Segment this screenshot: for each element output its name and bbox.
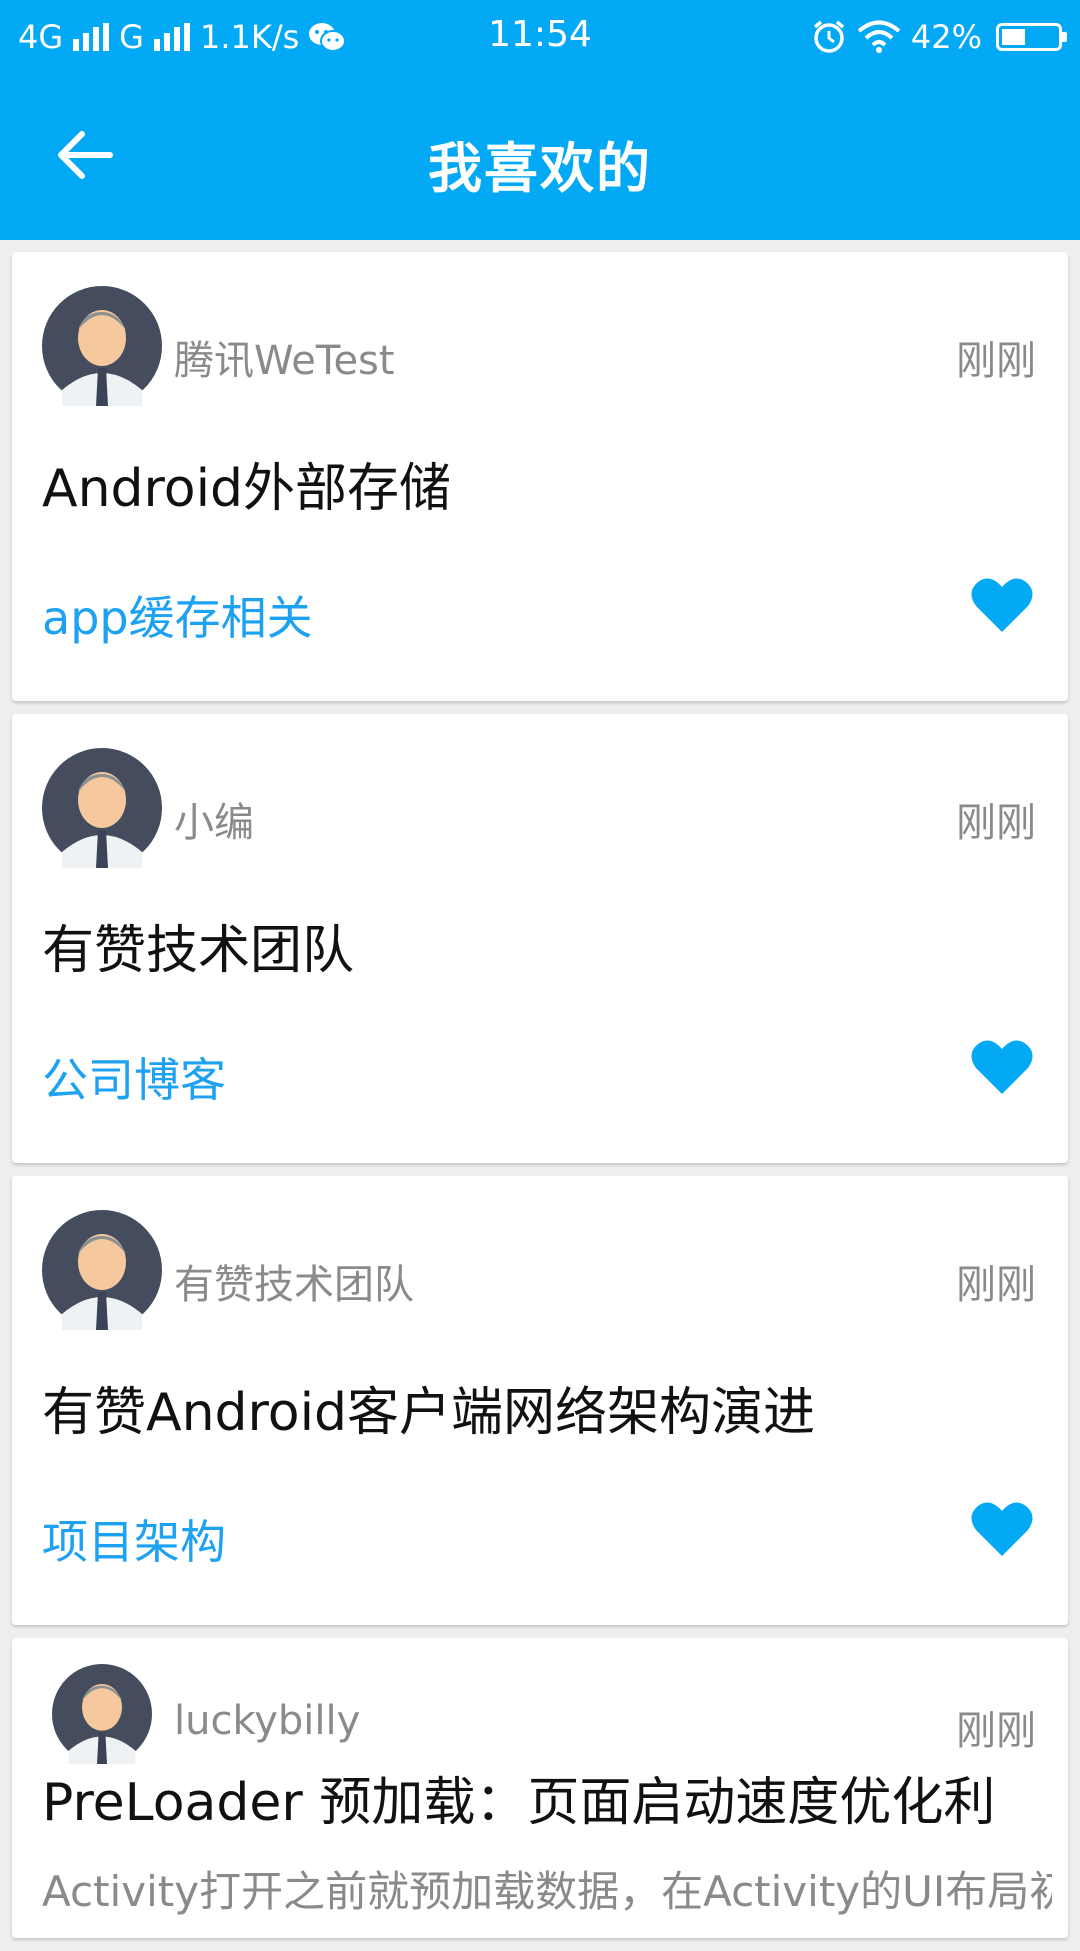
- wifi-icon: [857, 20, 901, 53]
- article-title: 有赞技术团队: [42, 921, 355, 981]
- article-card[interactable]: luckybilly 刚刚 PreLoader 预加载：页面启动速度优化利器 A…: [12, 1638, 1068, 1938]
- alarm-icon: [813, 20, 844, 53]
- favorites-list: 腾讯WeTest 刚刚 Android外部存储 app缓存相关 小编 刚刚 有赞…: [12, 252, 1068, 1951]
- author-name: luckybilly: [174, 1698, 361, 1744]
- avatar: [42, 286, 162, 406]
- article-card[interactable]: 小编 刚刚 有赞技术团队 公司博客: [12, 714, 1068, 1163]
- battery-icon: [996, 23, 1067, 51]
- article-tag[interactable]: app缓存相关: [42, 582, 313, 648]
- heart-icon[interactable]: [970, 1498, 1034, 1560]
- article-tag[interactable]: 项目架构: [42, 1506, 226, 1572]
- battery-percent: 42%: [910, 18, 982, 56]
- status-right: 42%: [811, 18, 1067, 56]
- author-name: 腾讯WeTest: [174, 338, 395, 384]
- post-time: 刚刚: [956, 1262, 1036, 1308]
- heart-icon[interactable]: [970, 1036, 1034, 1098]
- network-type-2: G: [119, 18, 144, 56]
- post-time: 刚刚: [956, 338, 1036, 384]
- heart-icon[interactable]: [970, 574, 1034, 636]
- status-left: 4G G 1.1K/s: [18, 18, 811, 56]
- network-type-1: 4G: [18, 18, 64, 56]
- post-time: 刚刚: [956, 1708, 1036, 1754]
- status-bar: 4G G 1.1K/s 11:54 42%: [0, 0, 1080, 74]
- avatar: [42, 1210, 162, 1330]
- signal-icon: [73, 23, 110, 51]
- article-card[interactable]: 腾讯WeTest 刚刚 Android外部存储 app缓存相关: [12, 252, 1068, 701]
- avatar: [42, 748, 162, 868]
- article-title: 有赞Android客户端网络架构演进: [42, 1383, 816, 1443]
- avatar: [52, 1664, 152, 1764]
- network-speed: 1.1K/s: [199, 18, 300, 56]
- post-time: 刚刚: [956, 800, 1036, 846]
- battery-level-fill: [1002, 29, 1025, 45]
- app-bar: 我喜欢的: [0, 74, 1080, 240]
- author-name: 小编: [174, 800, 254, 846]
- article-tag[interactable]: 公司博客: [42, 1044, 226, 1110]
- signal-icon-2: [153, 23, 190, 51]
- article-description: Activity打开之前就预加载数据，在Activity的UI布局初: [42, 1867, 1052, 1916]
- article-card[interactable]: 有赞技术团队 刚刚 有赞Android客户端网络架构演进 项目架构: [12, 1176, 1068, 1625]
- page-title: 我喜欢的: [428, 137, 652, 200]
- author-name: 有赞技术团队: [174, 1262, 414, 1308]
- article-title: Android外部存储: [42, 459, 452, 519]
- article-title: PreLoader 预加载：页面启动速度优化利器: [42, 1773, 996, 1840]
- wechat-icon: [309, 23, 347, 52]
